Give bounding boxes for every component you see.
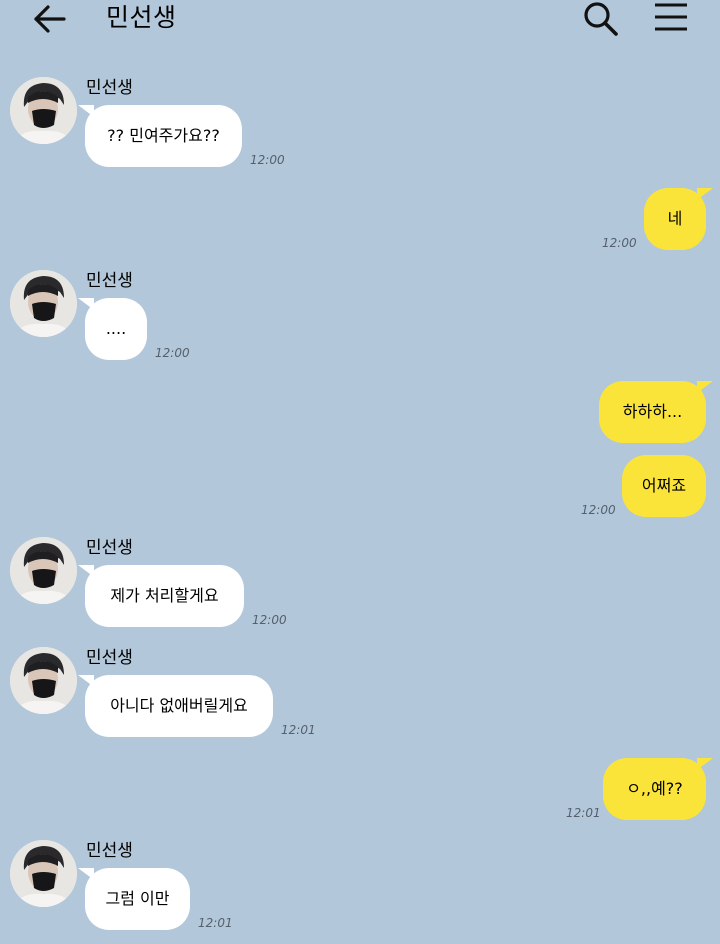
search-button[interactable]: [582, 0, 620, 38]
message-time: 12:00: [250, 153, 285, 167]
avatar[interactable]: [10, 537, 77, 604]
menu-button[interactable]: [652, 0, 690, 36]
sender-name: 민선생: [86, 538, 133, 558]
chat-title: 민선생: [106, 3, 177, 32]
message-bubble-incoming[interactable]: 아니다 없애버릴게요: [78, 675, 273, 737]
message-bubble-outgoing[interactable]: 하하하...: [599, 381, 713, 443]
sender-name: 민선생: [86, 78, 133, 98]
sender-name: 민선생: [86, 841, 133, 861]
message-time: 12:01: [281, 723, 316, 737]
avatar[interactable]: [10, 77, 77, 144]
message-bubble-incoming[interactable]: ....: [78, 298, 147, 360]
message-time: 12:00: [155, 346, 190, 360]
sender-name: 민선생: [86, 648, 133, 668]
profile-photo-icon: [10, 840, 77, 907]
message-bubble-outgoing[interactable]: 어쩌죠: [622, 455, 706, 517]
profile-photo-icon: [10, 647, 77, 714]
avatar[interactable]: [10, 840, 77, 907]
chat-header: 민선생: [0, 0, 720, 40]
message-time: 12:00: [581, 503, 616, 517]
avatar[interactable]: [10, 270, 77, 337]
profile-photo-icon: [10, 537, 77, 604]
avatar[interactable]: [10, 647, 77, 714]
arrow-left-icon: [34, 5, 66, 33]
message-time: 12:01: [566, 806, 601, 820]
message-bubble-incoming[interactable]: 그럼 이만: [78, 868, 190, 930]
message-time: 12:00: [602, 236, 637, 250]
message-bubble-incoming[interactable]: 제가 처리할게요: [78, 565, 244, 627]
profile-photo-icon: [10, 270, 77, 337]
message-time: 12:01: [198, 916, 233, 930]
back-button[interactable]: [30, 2, 70, 36]
message-bubble-outgoing[interactable]: ㅇ,,예??: [603, 758, 713, 820]
message-bubble-outgoing[interactable]: 네: [644, 188, 713, 250]
message-time: 12:00: [252, 613, 287, 627]
message-bubble-incoming[interactable]: ?? 민여주가요??: [78, 105, 242, 167]
search-icon: [584, 2, 618, 36]
hamburger-menu-icon: [655, 3, 687, 31]
profile-photo-icon: [10, 77, 77, 144]
sender-name: 민선생: [86, 271, 133, 291]
